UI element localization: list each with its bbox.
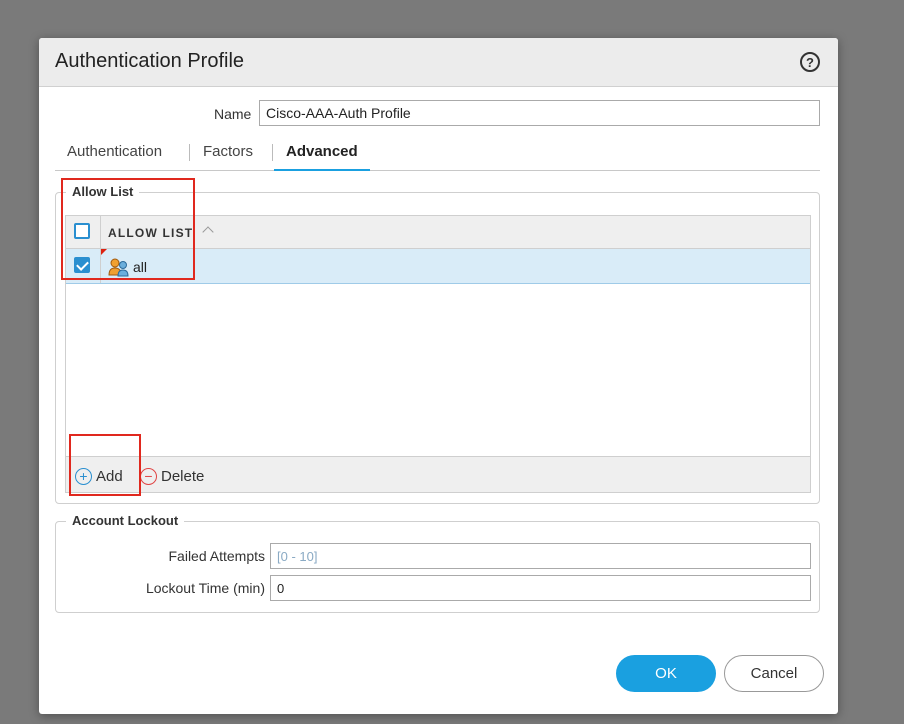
delete-label: Delete <box>161 467 205 485</box>
tab-factors[interactable]: Factors <box>191 142 265 171</box>
help-icon[interactable]: ? <box>800 52 820 72</box>
grid-footer: + Add − Delete <box>66 456 810 492</box>
highlight-box-allow-list <box>61 178 195 280</box>
cancel-button[interactable]: Cancel <box>724 655 824 692</box>
failed-attempts-row: Failed Attempts [0 - 10] <box>56 543 819 569</box>
tab-separator <box>189 144 190 161</box>
lockout-time-input[interactable]: 0 <box>270 575 811 601</box>
lockout-time-label: Lockout Time (min) <box>145 580 265 596</box>
tab-advanced[interactable]: Advanced <box>274 142 370 171</box>
account-lockout-fieldset: Account Lockout Failed Attempts [0 - 10]… <box>55 513 820 613</box>
minus-circle-icon: − <box>140 467 157 485</box>
authentication-profile-dialog: Authentication Profile ? Name Cisco-AAA-… <box>39 38 838 714</box>
tab-authentication[interactable]: Authentication <box>55 142 174 171</box>
tab-separator <box>272 144 273 161</box>
failed-attempts-input[interactable]: [0 - 10] <box>270 543 811 569</box>
name-input[interactable]: Cisco-AAA-Auth Profile <box>259 100 820 126</box>
ok-button[interactable]: OK <box>616 655 716 692</box>
dialog-title: Authentication Profile <box>55 50 245 72</box>
sort-ascending-icon[interactable] <box>202 226 214 238</box>
highlight-box-add <box>69 434 141 496</box>
delete-button[interactable]: − Delete <box>140 466 204 486</box>
name-label: Name <box>214 106 252 122</box>
tab-bar: Authentication Factors Advanced <box>55 142 820 171</box>
dialog-titlebar: Authentication Profile ? <box>39 38 838 87</box>
account-lockout-legend: Account Lockout <box>66 513 185 528</box>
failed-attempts-label: Failed Attempts <box>168 548 266 564</box>
lockout-time-row: Lockout Time (min) 0 <box>56 575 819 601</box>
